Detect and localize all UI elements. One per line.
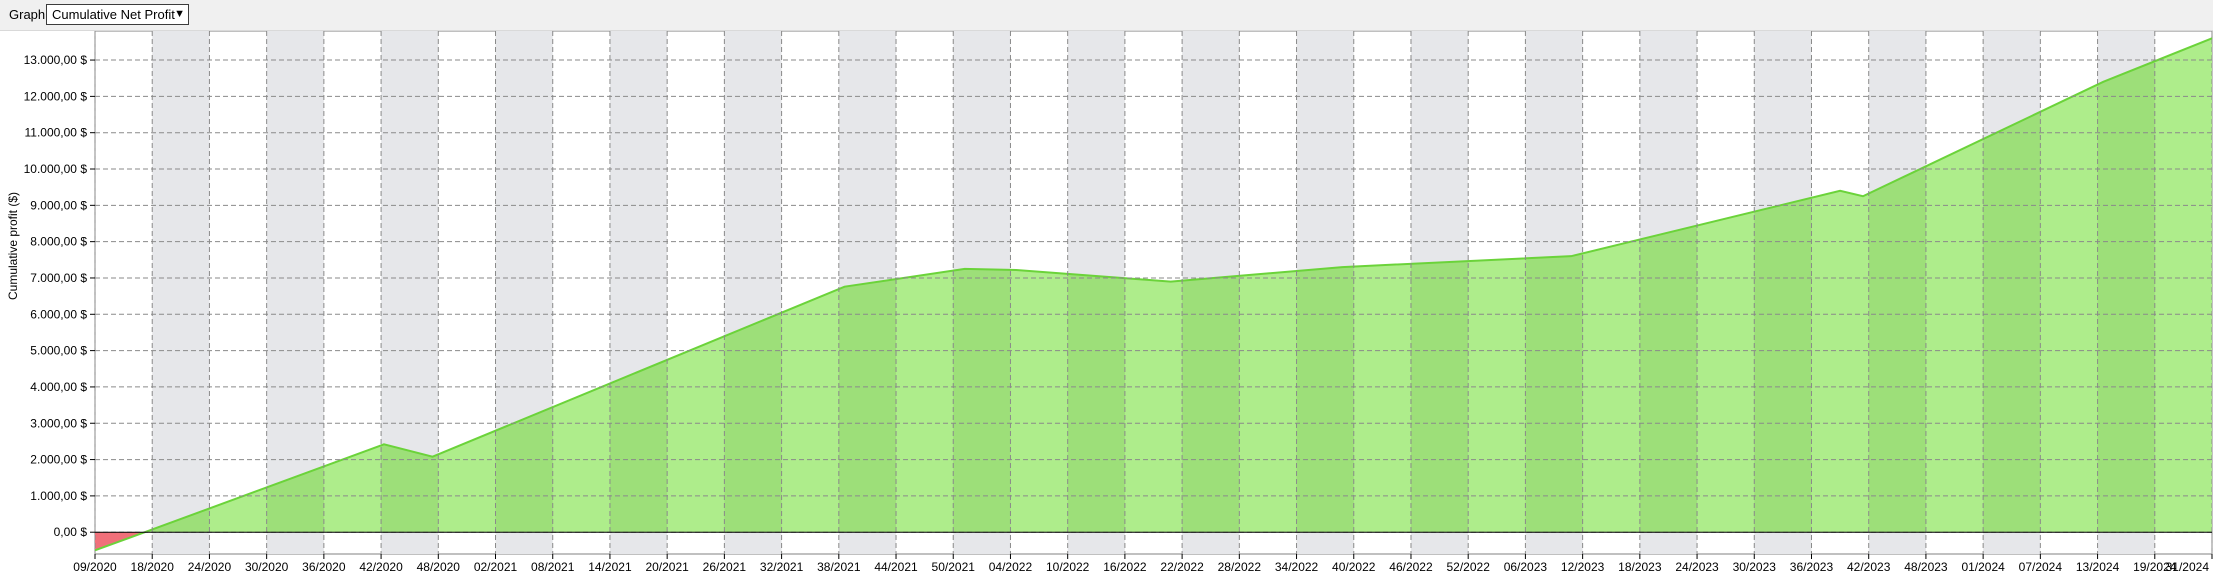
x-tick-label: 08/2021	[531, 560, 575, 574]
y-tick-label: 9.000,00 $	[30, 198, 87, 212]
x-tick-label: 42/2023	[1847, 560, 1891, 574]
x-tick-label: 01/2024	[1961, 560, 2005, 574]
x-tick-label: 34/2022	[1275, 560, 1319, 574]
x-tick-label: 42/2020	[359, 560, 403, 574]
y-tick-label: 0,00 $	[54, 525, 88, 539]
x-tick-label: 18/2020	[131, 560, 175, 574]
x-tick-label: 32/2021	[760, 560, 804, 574]
x-axis-ticks: 09/2020 18/2020 24/2020 30/2020 36/2020 42/20…	[73, 554, 2213, 574]
x-tick-label: 04/2022	[989, 560, 1033, 574]
y-tick-label: 13.000,00 $	[24, 53, 88, 67]
x-tick-label: 14/2021	[588, 560, 632, 574]
x-tick-label: 52/2022	[1446, 560, 1490, 574]
x-tick-label: 06/2023	[1504, 560, 1548, 574]
x-tick-label: 10/2022	[1046, 560, 1090, 574]
graph-type-select[interactable]: Cumulative Net Profit ▼	[46, 4, 189, 25]
x-tick-label: 20/2021	[645, 560, 689, 574]
x-tick-label: 02/2021	[474, 560, 518, 574]
x-tick-label: 40/2022	[1332, 560, 1376, 574]
y-tick-label: 6.000,00 $	[30, 307, 87, 321]
x-tick-label: 48/2023	[1904, 560, 1948, 574]
y-tick-label: 11.000,00 $	[24, 126, 87, 140]
x-tick-label: 44/2021	[874, 560, 918, 574]
graph-label: Graph	[9, 7, 46, 22]
x-tick-label: 07/2024	[2019, 560, 2063, 574]
y-tick-label: 12.000,00 $	[24, 89, 88, 103]
y-tick-label: 7.000,00 $	[30, 271, 87, 285]
area-band	[2097, 38, 2155, 533]
x-tick-label: 26/2021	[703, 560, 747, 574]
cumulative-profit-chart: 0,00 $ 1.000,00 $ 2.000,00 $ 3.000,00 $ 4.00…	[6, 31, 2213, 574]
chevron-down-icon[interactable]: ▼	[174, 5, 185, 24]
y-tick-label: 4.000,00 $	[30, 380, 87, 394]
x-tick-label: 30/2023	[1733, 560, 1777, 574]
toolbar: Graph Cumulative Net Profit ▼	[0, 0, 2213, 31]
y-axis-ticks: 0,00 $ 1.000,00 $ 2.000,00 $ 3.000,00 $ 4.00…	[24, 53, 95, 539]
x-tick-label: 48/2020	[417, 560, 461, 574]
y-tick-label: 10.000,00 $	[24, 162, 88, 176]
x-tick-label: 46/2022	[1389, 560, 1433, 574]
y-tick-label: 8.000,00 $	[30, 235, 87, 249]
x-tick-label: 09/2020	[73, 560, 117, 574]
x-tick-label: 28/2022	[1218, 560, 1262, 574]
y-tick-label: 5.000,00 $	[30, 344, 87, 358]
x-tick-label: 24/2023	[1675, 560, 1719, 574]
x-tick-label: 36/2020	[302, 560, 346, 574]
x-tick-label: 36/2023	[1790, 560, 1834, 574]
x-tick-label: 30/2020	[245, 560, 289, 574]
y-tick-label: 2.000,00 $	[30, 453, 87, 467]
x-tick-label: 22/2022	[1160, 560, 1204, 574]
x-tick-label: 31/2024	[2166, 560, 2210, 574]
x-tick-label: 16/2022	[1103, 560, 1147, 574]
x-tick-label: 12/2023	[1561, 560, 1605, 574]
x-tick-label: 50/2021	[932, 560, 976, 574]
graph-type-value: Cumulative Net Profit	[52, 7, 175, 22]
background-band	[152, 31, 210, 554]
x-tick-label: 24/2020	[188, 560, 232, 574]
x-tick-label: 13/2024	[2076, 560, 2120, 574]
x-tick-label: 18/2023	[1618, 560, 1662, 574]
y-tick-label: 1.000,00 $	[30, 489, 87, 503]
y-tick-label: 3.000,00 $	[30, 416, 87, 430]
x-tick-label: 38/2021	[817, 560, 861, 574]
y-axis-title: Cumulative profit ($)	[6, 192, 20, 300]
